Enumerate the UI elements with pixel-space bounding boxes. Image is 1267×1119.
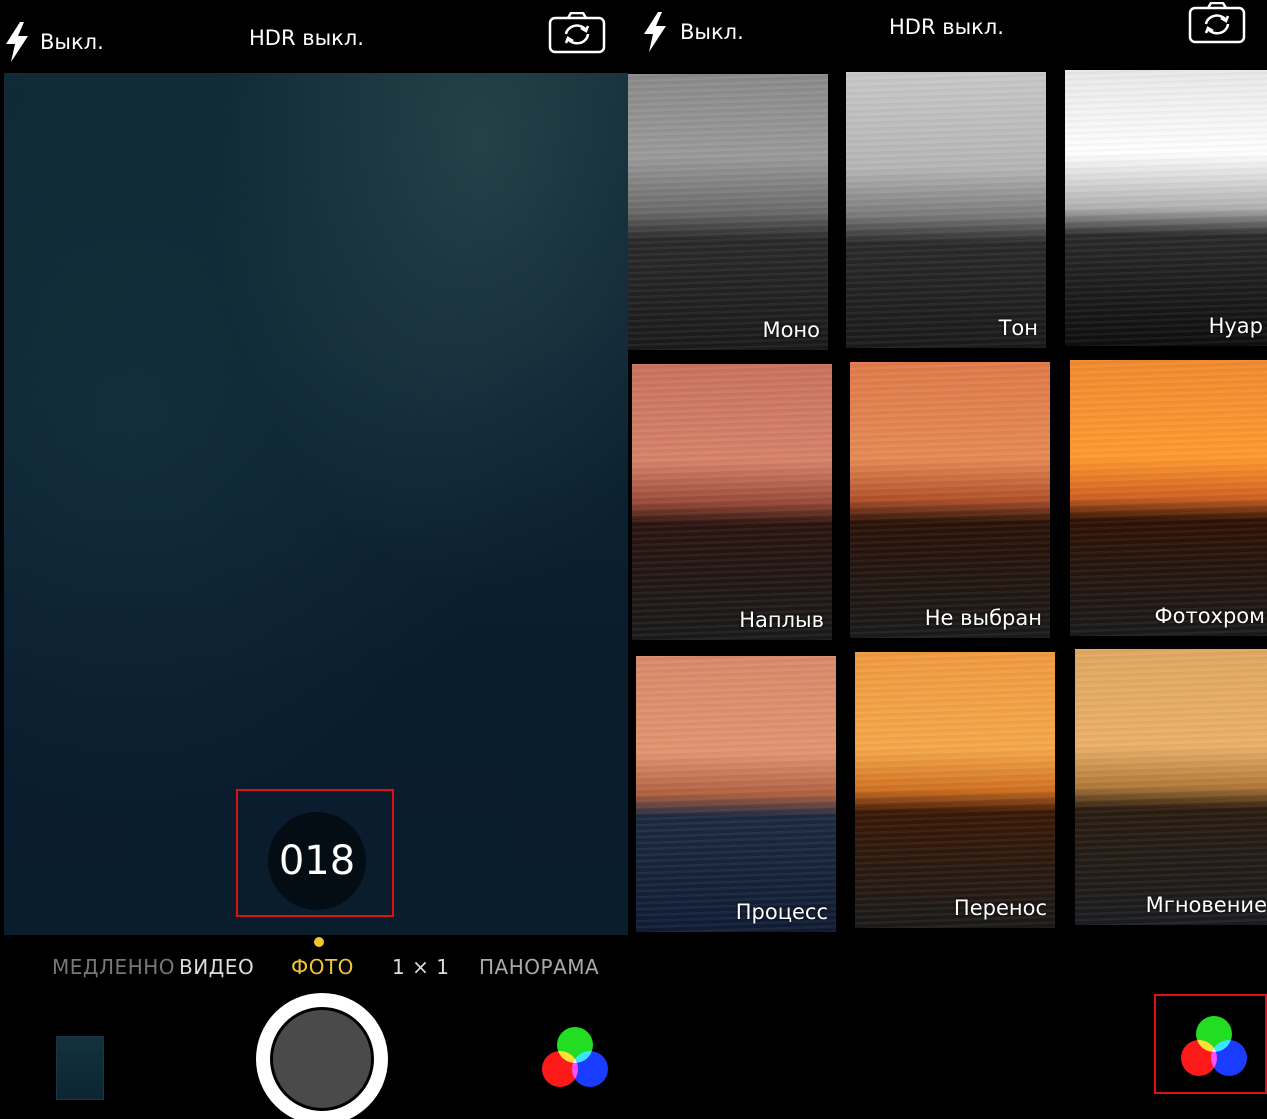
top-bar: Выкл. HDR выкл. (628, 0, 1267, 74)
filters-highlight-box (1154, 994, 1267, 1094)
filter-tile-chrome[interactable]: Фотохром (1070, 360, 1267, 636)
filter-tile-process[interactable]: Процесс (636, 656, 836, 932)
filter-label: Нуар (1208, 314, 1263, 338)
mode-video[interactable]: ВИДЕО (179, 955, 254, 979)
timer-highlight-box (236, 789, 394, 917)
filter-tile-fade[interactable]: Наплыв (632, 364, 832, 640)
filter-label: Не выбран (924, 606, 1042, 630)
filter-label: Фотохром (1154, 604, 1265, 628)
camera-viewfinder-screen: Выкл. HDR выкл. 018 МЕДЛЕННО ВИДЕО ФОТО … (0, 0, 628, 1119)
tile-texture (846, 72, 1046, 348)
tile-texture (636, 656, 836, 932)
tile-texture (628, 74, 828, 350)
filter-label: Наплыв (739, 608, 824, 632)
filter-label: Процесс (735, 900, 828, 924)
flash-label[interactable]: Выкл. (680, 20, 744, 44)
filter-tile-instant[interactable]: Мгновение (1075, 649, 1267, 925)
tile-texture (1065, 70, 1267, 346)
mode-slow[interactable]: МЕДЛЕННО (52, 955, 175, 979)
tile-texture (1070, 360, 1267, 636)
filter-label: Мгновение (1145, 893, 1267, 917)
filter-label: Моно (762, 318, 820, 342)
mode-square[interactable]: 1 × 1 (392, 955, 449, 979)
filter-selection-screen: Выкл. HDR выкл. Моно Тон Нуар Наплыв Не … (628, 0, 1267, 1119)
flash-icon[interactable] (642, 12, 668, 52)
filter-tile-noir[interactable]: Нуар (1065, 70, 1267, 346)
tile-texture (855, 652, 1055, 928)
active-mode-indicator (314, 937, 324, 947)
hdr-toggle[interactable]: HDR выкл. (889, 15, 1004, 39)
tile-texture (850, 362, 1050, 638)
filter-tile-none[interactable]: Не выбран (850, 362, 1050, 638)
tile-texture (632, 364, 832, 640)
flash-label[interactable]: Выкл. (40, 30, 104, 54)
last-photo-thumbnail[interactable] (56, 1036, 104, 1100)
mode-photo[interactable]: ФОТО (291, 955, 354, 979)
filter-label: Тон (998, 316, 1038, 340)
filter-tile-mono[interactable]: Моно (628, 74, 828, 350)
mode-panorama[interactable]: ПАНОРАМА (479, 955, 599, 979)
shutter-button-inner (270, 1007, 374, 1111)
flash-icon[interactable] (4, 22, 30, 62)
filter-tile-tonal[interactable]: Тон (846, 72, 1046, 348)
camera-switch-icon[interactable] (548, 12, 606, 54)
hdr-toggle[interactable]: HDR выкл. (249, 26, 364, 50)
filter-tile-transfer[interactable]: Перенос (855, 652, 1055, 928)
top-bar: Выкл. HDR выкл. (0, 0, 628, 74)
tile-texture (1075, 649, 1267, 925)
filter-label: Перенос (953, 896, 1047, 920)
camera-switch-icon[interactable] (1188, 2, 1246, 44)
filters-icon[interactable] (538, 1021, 612, 1095)
